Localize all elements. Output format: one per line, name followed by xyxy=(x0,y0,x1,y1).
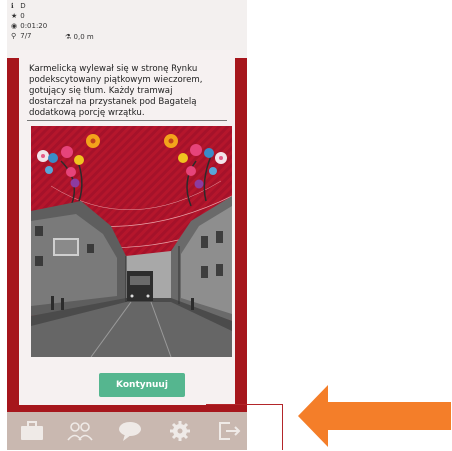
exit-highlight-box xyxy=(206,404,283,450)
continue-button[interactable]: Kontynuuj xyxy=(99,373,185,397)
divider xyxy=(27,120,227,121)
stars-stat: ★ 0 xyxy=(11,12,25,20)
location-icon: ℹ xyxy=(11,2,14,10)
chat-icon[interactable] xyxy=(117,420,143,442)
timer-value: 0:01:20 xyxy=(20,22,48,30)
trophy-value: 7/7 xyxy=(20,32,32,40)
story-text: Karmelicką wylewał się w stronę Rynku po… xyxy=(29,64,203,118)
app-screen: ℹ D ★ 0 ◉ 0:01:20 ⚲ 7/7 ⚗ 0,0 m Karmelic… xyxy=(7,0,247,450)
briefcase-icon[interactable] xyxy=(19,420,45,442)
location-stat: ℹ D xyxy=(11,2,26,10)
distance-stat: ⚗ 0,0 m xyxy=(65,33,94,41)
street-illustration xyxy=(31,126,232,357)
trophy-stat: ⚲ 7/7 xyxy=(11,32,32,40)
distance-value: 0,0 m xyxy=(73,33,94,41)
stars-value: 0 xyxy=(20,12,25,20)
clock-icon: ◉ xyxy=(11,22,18,30)
left-arrow-icon xyxy=(298,385,451,447)
location-value: D xyxy=(20,2,26,10)
footsteps-icon: ⚗ xyxy=(65,33,72,41)
settings-gear-icon[interactable] xyxy=(167,420,193,442)
team-icon[interactable] xyxy=(67,420,93,442)
star-icon: ★ xyxy=(11,12,18,20)
trophy-icon: ⚲ xyxy=(11,32,17,40)
story-card: Karmelicką wylewał się w stronę Rynku po… xyxy=(19,50,235,405)
pointer-arrow xyxy=(298,385,451,447)
story-image xyxy=(31,126,232,357)
timer-stat: ◉ 0:01:20 xyxy=(11,22,47,30)
